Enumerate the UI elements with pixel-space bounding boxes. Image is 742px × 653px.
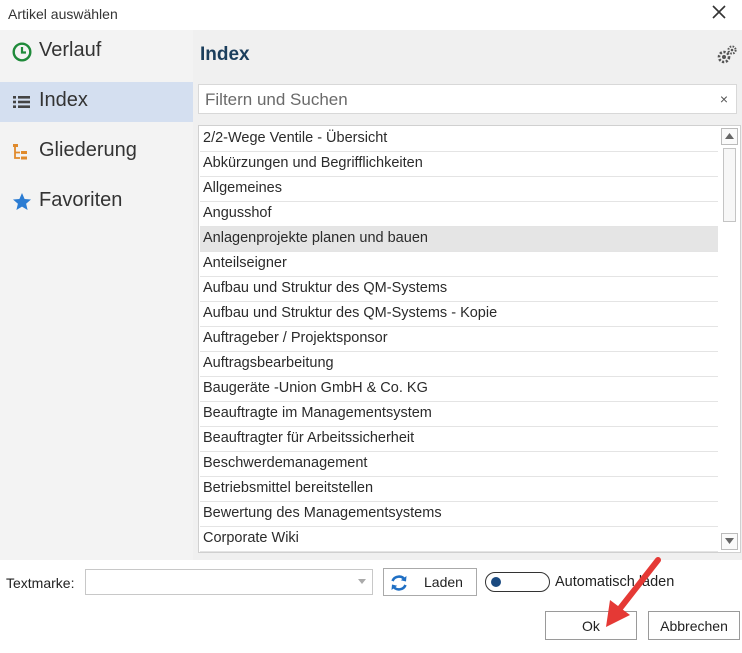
scroll-up-button[interactable] [721,128,738,145]
scroll-down-button[interactable] [721,533,738,550]
list-item[interactable]: 2/2-Wege Ventile - Übersicht [200,127,718,152]
search-box: × [198,84,737,114]
scroll-thumb[interactable] [723,148,736,222]
list-item[interactable]: Betriebsmittel bereitstellen [200,477,718,502]
star-icon [13,193,31,210]
list-item-label: Allgemeines [203,180,282,196]
laden-button[interactable]: Laden [383,568,477,596]
ok-button[interactable]: Ok [545,611,637,640]
sidebar-item-verlauf[interactable]: Verlauf [0,32,193,72]
textmarke-combobox[interactable] [85,569,373,595]
cancel-label: Abbrechen [660,618,728,634]
list-item[interactable]: Angusshof [200,202,718,227]
list-item[interactable]: Allgemeines [200,177,718,202]
sidebar-item-label: Gliederung [39,139,137,161]
list-item[interactable]: Baugeräte -Union GmbH & Co. KG [200,377,718,402]
settings-gears-icon[interactable] [716,44,738,66]
window-title: Artikel auswählen [8,6,118,22]
vertical-scrollbar[interactable] [721,128,738,550]
list-item[interactable]: Beauftragte im Managementsystem [200,402,718,427]
panel-title: Index [200,44,250,65]
sidebar-item-favoriten[interactable]: Favoriten [0,182,193,222]
list-item-label: Anteilseigner [203,255,287,271]
search-input[interactable] [203,88,707,112]
list-item-label: Baugeräte -Union GmbH & Co. KG [203,380,428,396]
clock-icon [12,42,32,62]
cancel-button[interactable]: Abbrechen [648,611,740,640]
list-item-label: Bewertung des Managementsystems [203,505,442,521]
list-item-label: Auftrageber / Projektsponsor [203,330,388,346]
sidebar: Verlauf Index Gliederung Favoriten [0,30,193,560]
article-list[interactable]: 2/2-Wege Ventile - Übersicht Abkürzungen … [198,125,741,553]
ok-label: Ok [582,618,600,634]
list-item[interactable]: Aufbau und Struktur des QM-Systems - Kop… [200,302,718,327]
auto-load-label: Automatisch laden [555,574,675,590]
list-item[interactable]: Abkürzungen und Begrifflichkeiten [200,152,718,177]
list-item[interactable]: Beschwerdemanagement [200,452,718,477]
clear-search-icon[interactable]: × [720,91,728,107]
sidebar-item-label: Index [39,89,88,111]
sidebar-item-label: Verlauf [39,39,102,61]
list-icon [13,96,30,108]
refresh-icon [391,575,407,591]
textmarke-label: Textmarke: [6,575,75,591]
list-item-label: Auftragsbearbeitung [203,355,334,371]
list-item-label: Corporate Wiki [203,530,299,546]
laden-label: Laden [424,574,463,590]
arrow-down-icon [725,538,734,544]
tree-icon [13,144,27,160]
list-item[interactable]: Auftragsbearbeitung [200,352,718,377]
list-item[interactable]: Anteilseigner [200,252,718,277]
list-item[interactable]: Bewertung des Managementsystems [200,502,718,527]
list-item[interactable]: Anlagenprojekte planen und bauen [200,227,718,252]
list-item[interactable]: Auftrageber / Projektsponsor [200,327,718,352]
list-item-label: Abkürzungen und Begrifflichkeiten [203,155,423,171]
list-item-label: Aufbau und Struktur des QM-Systems - Kop… [203,305,498,321]
close-button[interactable] [706,0,732,26]
chevron-down-icon [358,579,366,584]
sidebar-item-label: Favoriten [39,189,123,211]
toggle-knob [491,577,501,587]
list-item-label: Beauftragter für Arbeitssicherheit [203,430,415,446]
list-item-label: Aufbau und Struktur des QM-Systems [203,280,448,296]
close-icon [712,5,726,19]
list-item-label: Beauftragte im Managementsystem [203,405,432,421]
list-item[interactable]: Corporate Wiki [200,527,718,552]
list-item-label: Beschwerdemanagement [203,455,368,471]
bottom-bar: Textmarke: Laden Automatisch laden Ok Ab… [0,560,742,653]
sidebar-item-gliederung[interactable]: Gliederung [0,132,193,172]
arrow-up-icon [725,133,734,139]
list-item-label: Angusshof [203,205,272,221]
index-panel: Index × 2/2-Wege Ventile - Übersicht Abkü… [193,30,742,560]
list-item-label: Betriebsmittel bereitstellen [203,480,374,496]
panel-header: Index [193,30,742,80]
list-item-label: 2/2-Wege Ventile - Übersicht [203,130,388,146]
list-item[interactable]: Beauftragter für Arbeitssicherheit [200,427,718,452]
sidebar-item-index[interactable]: Index [0,82,193,122]
title-bar: Artikel auswählen [0,0,742,26]
list-item[interactable]: Aufbau und Struktur des QM-Systems [200,277,718,302]
list-item-label: Anlagenprojekte planen und bauen [203,230,428,246]
auto-load-toggle[interactable] [485,572,550,592]
